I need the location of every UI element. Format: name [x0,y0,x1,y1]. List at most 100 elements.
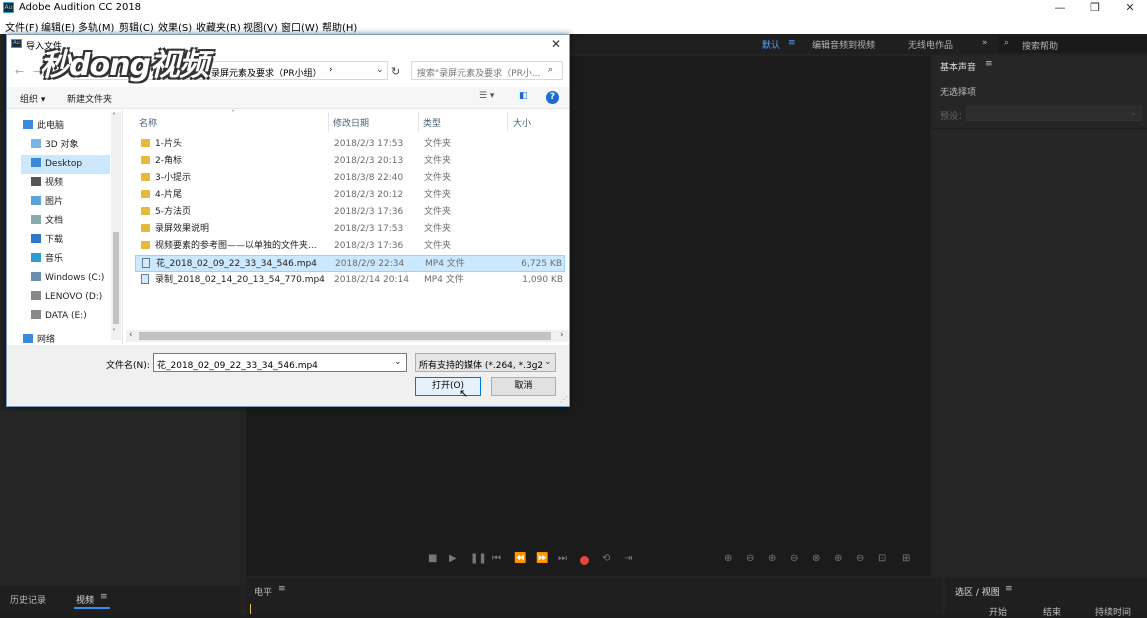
zoom-fit-icon[interactable]: ⊞ [902,553,910,564]
nav-3d-objects[interactable]: 3D 对象 [31,137,122,153]
hamburger-icon[interactable]: ≡ [788,38,796,48]
open-button[interactable]: 打开(O) [415,377,481,396]
chevron-down-icon[interactable]: ⌄ [394,357,402,367]
menu-effects[interactable]: 效果(S) [158,19,192,34]
preset-select[interactable]: ⌄ [966,106,1142,121]
chevron-down-icon[interactable]: ⌄ [376,65,384,75]
refresh-icon[interactable]: ↻ [391,65,400,78]
list-item[interactable]: 2-角标 2018/2/3 20:13 文件夹 [135,153,565,170]
chevron-right-double-icon[interactable]: » [982,38,988,48]
minimize-icon[interactable]: — [1043,0,1077,16]
scroll-down-icon[interactable]: ˅ [112,328,116,337]
menu-help[interactable]: 帮助(H) [322,19,357,34]
cancel-button[interactable]: 取消 [491,377,556,396]
help-search-input[interactable]: 搜索帮助 [1022,39,1058,52]
zoom-in-amplitude-icon[interactable]: ⊕ [724,553,732,564]
column-header-date[interactable]: 修改日期 [333,116,369,129]
scroll-left-icon[interactable]: ‹ [129,330,133,340]
stop-icon[interactable]: ■ [428,553,437,564]
rewind-icon[interactable]: ⏪ [514,553,526,564]
zoom-out-time-icon[interactable]: ⊖ [790,553,798,564]
hamburger-icon[interactable]: ≡ [1005,584,1013,594]
list-item[interactable]: 录制_2018_02_14_20_13_54_770.mp4 2018/2/14… [135,272,565,289]
nav-pictures[interactable]: 图片 [31,194,122,210]
view-options-icon[interactable]: ☰ ▾ [479,91,494,101]
menu-favorites[interactable]: 收藏夹(R) [196,19,241,34]
close-window-icon[interactable]: ✕ [1113,0,1147,16]
nav-music[interactable]: 音乐 [31,251,122,267]
list-item[interactable]: 视频要素的参考图——以单独的文件夹... 2018/2/3 17:36 文件夹 [135,238,565,255]
folder-search-input[interactable]: 搜索"录屏元素及要求（PR小... [417,66,540,79]
nav-drive-c[interactable]: Windows (C:) [31,270,122,286]
menu-edit[interactable]: 编辑(E) [41,19,75,34]
nav-downloads[interactable]: 下载 [31,232,122,248]
nav-this-pc[interactable]: 此电脑 [23,118,119,134]
menu-file[interactable]: 文件(F) [5,19,39,34]
zoom-out-full-icon[interactable]: ⊗ [812,553,820,564]
go-to-start-icon[interactable]: ⏮ [492,553,501,564]
play-icon[interactable]: ▶ [449,553,457,564]
list-item-selected[interactable]: 花_2018_02_09_22_33_34_546.mp4 2018/2/9 2… [135,255,565,272]
nav-scrollbar[interactable]: ˄ ˅ [111,112,121,340]
menu-window[interactable]: 窗口(W) [281,19,319,34]
zoom-selection-icon[interactable]: ⊡ [878,553,886,564]
back-arrow-icon[interactable]: ← [15,65,24,78]
organize-button[interactable]: 组织 ▾ [20,92,45,105]
column-header-name[interactable]: 名称 [139,116,157,129]
breadcrumb-chevron-icon[interactable]: › [329,65,333,75]
workspace-wireless[interactable]: 无线电作品 [908,38,953,51]
column-divider[interactable] [418,112,419,132]
workspace-edit-to-video[interactable]: 编辑音频到视频 [812,38,875,51]
hamburger-icon[interactable]: ≡ [100,592,108,602]
filename-input[interactable]: 花_2018_02_09_22_33_34_546.mp4 ⌄ [153,353,407,372]
restore-icon[interactable]: ❐ [1078,0,1112,16]
skip-selection-icon[interactable]: ⇥ [624,553,632,564]
horizontal-scrollbar[interactable]: ‹ › [126,330,569,342]
zoom-out-amplitude-icon[interactable]: ⊖ [746,553,754,564]
list-item[interactable]: 4-片尾 2018/2/3 20:12 文件夹 [135,187,565,204]
file-type-filter-select[interactable]: 所有支持的媒体 (*.264, *.3g2, ⌄ [415,353,556,372]
folder-search-box[interactable]: 搜索"录屏元素及要求（PR小... ⌕ [411,61,563,80]
nav-videos[interactable]: 视频 [31,175,122,191]
horizontal-scrollbar-thumb[interactable] [139,332,551,340]
zoom-in-point-icon[interactable]: ⊕ [834,553,842,564]
nav-network[interactable]: 网络 [23,332,119,344]
breadcrumb-current[interactable]: 录屏元素及要求（PR小组） [211,66,322,79]
help-icon[interactable]: ? [546,91,559,104]
list-item[interactable]: 5-方法页 2018/2/3 17:36 文件夹 [135,204,565,221]
record-icon[interactable] [580,556,589,565]
nav-drive-e[interactable]: DATA (E:) [31,308,122,324]
column-header-type[interactable]: 类型 [423,116,441,129]
menu-multitrack[interactable]: 多轨(M) [78,19,114,34]
menu-view[interactable]: 视图(V) [243,19,278,34]
column-divider[interactable] [507,112,508,132]
list-item[interactable]: 1-片头 2018/2/3 17:53 文件夹 [135,136,565,153]
column-divider[interactable] [328,112,329,132]
preview-pane-icon[interactable]: ◧ [519,91,528,101]
new-folder-button[interactable]: 新建文件夹 [67,92,112,105]
hamburger-icon[interactable]: ≡ [985,59,993,69]
close-icon[interactable]: ✕ [551,37,561,51]
loop-icon[interactable]: ⟲ [602,553,610,564]
help-search-box[interactable]: ⌕ 搜索帮助 [998,36,1147,52]
zoom-out-point-icon[interactable]: ⊖ [856,553,864,564]
go-to-end-icon[interactable]: ⏭ [558,553,567,564]
list-item[interactable]: 3-小提示 2018/3/8 22:40 文件夹 [135,170,565,187]
nav-documents[interactable]: 文档 [31,213,122,229]
pause-icon[interactable]: ❚❚ [470,553,487,564]
tab-video[interactable]: 视频 [76,593,94,606]
column-header-size[interactable]: 大小 [513,116,531,129]
workspace-default[interactable]: 默认 [762,38,780,51]
nav-scrollbar-thumb[interactable] [113,232,119,324]
resize-grip-icon[interactable]: ⋰ [560,395,568,404]
zoom-in-time-icon[interactable]: ⊕ [768,553,776,564]
menu-clip[interactable]: 剪辑(C) [119,19,154,34]
scroll-up-icon[interactable]: ˄ [112,112,116,121]
nav-drive-d[interactable]: LENOVO (D:) [31,289,122,305]
list-item[interactable]: 录屏效果说明 2018/2/3 17:53 文件夹 [135,221,565,238]
nav-desktop[interactable]: Desktop [31,156,122,172]
hamburger-icon[interactable]: ≡ [278,584,286,594]
tab-history[interactable]: 历史记录 [10,593,46,606]
fast-forward-icon[interactable]: ⏩ [536,553,548,564]
scroll-right-icon[interactable]: › [560,330,564,340]
